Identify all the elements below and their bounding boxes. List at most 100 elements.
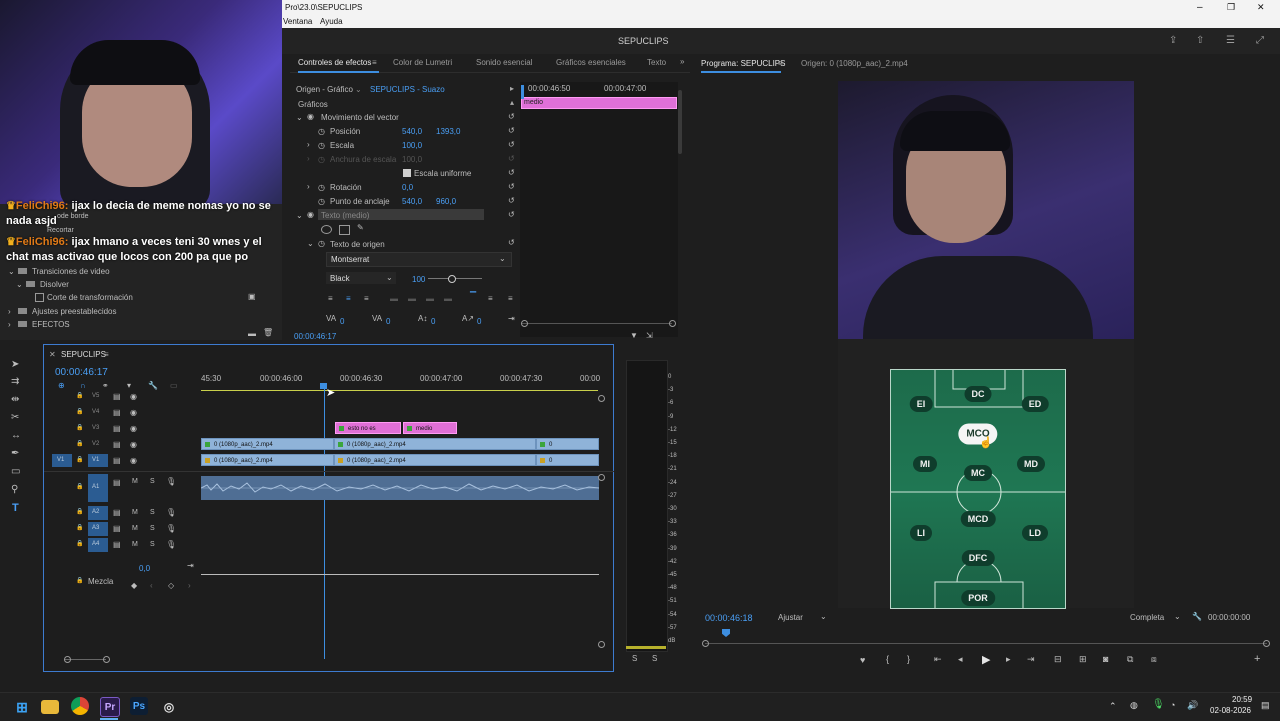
mute-button[interactable]: M [132, 478, 138, 485]
solo-left-button[interactable]: S [632, 654, 637, 663]
timeline-clip-video[interactable]: 0 (1080p_aac)_2.mp4 [536, 454, 599, 466]
align-left-icon[interactable]: ≡ [328, 294, 333, 303]
rectangle-mask-icon[interactable] [339, 225, 350, 235]
uniform-scale-checkbox[interactable] [403, 169, 411, 177]
sync-lock-icon[interactable]: ▤ [113, 508, 121, 517]
effect-item-recortar[interactable]: Recortar [47, 227, 74, 234]
solo-button[interactable]: S [150, 509, 155, 516]
wifi-icon[interactable]: ◔ [1170, 700, 1175, 710]
tab-lumetri[interactable]: Color de Lumetri [393, 58, 452, 67]
fullscreen-icon[interactable]: ⤢ [1256, 35, 1264, 46]
mini-scroll-handle[interactable] [521, 320, 528, 327]
windows-start-icon[interactable]: ⊞ [12, 697, 32, 717]
stopwatch-icon[interactable]: ◷ [318, 239, 325, 248]
maximize-button[interactable]: ❐ [1227, 2, 1235, 13]
baseline-value[interactable]: 0 [477, 317, 481, 326]
chevron-down-icon[interactable]: ⌄ [307, 239, 314, 248]
visibility-eye-icon[interactable]: ◉ [130, 392, 137, 401]
effect-item-ajustes[interactable]: Ajustes preestablecidos [32, 307, 117, 316]
timeline-clip-video[interactable]: 0 (1080p_aac)_2.mp4 [201, 438, 334, 450]
zoom-handle[interactable] [103, 656, 110, 663]
stopwatch-icon[interactable]: ◷ [318, 183, 325, 192]
reset-icon[interactable]: ↺ [508, 238, 515, 247]
mini-clip[interactable]: medio [521, 97, 677, 109]
tab-text[interactable]: Texto [647, 58, 666, 67]
file-explorer-icon[interactable] [41, 700, 59, 714]
source-patch-v1[interactable]: V1 [52, 454, 72, 467]
extract-icon[interactable]: ⊞ [1079, 654, 1087, 665]
font-size-value[interactable]: 100 [412, 275, 425, 284]
razor-tool-icon[interactable]: ✂ [11, 412, 19, 423]
microphone-icon[interactable]: 🎙 [166, 524, 176, 533]
lock-icon[interactable]: 🔒 [76, 408, 83, 415]
scale-value[interactable]: 100,0 [402, 141, 422, 150]
chevron-right-icon[interactable]: › [307, 182, 310, 191]
stopwatch-icon[interactable]: ◷ [318, 141, 325, 150]
program-playhead[interactable] [722, 629, 730, 637]
stopwatch-icon[interactable]: ◷ [318, 197, 325, 206]
filter-icon[interactable]: ▼ [630, 331, 638, 340]
sequence-clip-label[interactable]: SEPUCLIPS - Suazo [370, 85, 445, 94]
add-button-icon[interactable]: + [1254, 653, 1260, 665]
clock-time[interactable]: 20:59 [1232, 695, 1252, 704]
quick-export-icon[interactable]: ⇪ [1169, 35, 1177, 46]
lock-icon[interactable]: 🔒 [76, 577, 83, 584]
track-select-tool-icon[interactable]: ⇉ [11, 376, 19, 387]
chevron-right-icon[interactable]: › [307, 140, 310, 149]
add-keyframe-icon[interactable]: ◇ [168, 581, 174, 590]
mix-expand-icon[interactable]: ⇥ [187, 561, 194, 570]
lock-icon[interactable]: 🔒 [76, 483, 83, 490]
menu-ventana[interactable]: Ventana [283, 17, 312, 26]
font-dropdown[interactable]: Montserrat ⌄ [326, 252, 512, 267]
sequence-tab[interactable]: SEPUCLIPS [61, 350, 106, 359]
discord-icon[interactable]: ◍ [1130, 700, 1138, 711]
step-back-icon[interactable]: ◂ [958, 654, 963, 665]
sync-lock-icon[interactable]: ▤ [113, 440, 121, 449]
visibility-eye-icon[interactable]: ◉ [130, 408, 137, 417]
lock-icon[interactable]: 🔒 [76, 392, 83, 399]
visibility-eye-icon[interactable]: ◉ [307, 210, 314, 219]
mark-in-icon[interactable]: { [886, 654, 889, 664]
speaker-icon[interactable]: 🔊 [1187, 700, 1198, 711]
vertical-scrollbar[interactable] [678, 90, 682, 154]
zoom-handle[interactable] [64, 656, 71, 663]
step-forward-icon[interactable]: ▸ [1006, 654, 1011, 665]
timeline-clip-graphic[interactable]: esto no es [335, 422, 401, 434]
clock-date[interactable]: 02-08-2026 [1210, 706, 1251, 715]
microphone-icon[interactable]: 🎙 [166, 508, 176, 517]
reset-icon[interactable]: ↺ [508, 126, 515, 135]
position-y-value[interactable]: 1393,0 [436, 127, 460, 136]
effect-item-efectos[interactable]: EFECTOS [32, 320, 70, 329]
sync-lock-icon[interactable]: ▤ [113, 456, 121, 465]
effect-timecode[interactable]: 00:00:46:17 [294, 332, 336, 341]
reset-icon[interactable]: ↺ [508, 210, 515, 219]
tab-stops-icon[interactable]: ⇥ [508, 314, 515, 323]
slip-tool-icon[interactable]: ↔ [11, 430, 21, 441]
mini-scrollbar[interactable] [522, 323, 672, 324]
prev-keyframe-icon[interactable]: ‹ [150, 581, 153, 590]
lock-icon[interactable]: 🔒 [76, 440, 83, 447]
mini-playhead[interactable] [521, 85, 524, 99]
track-target-a1[interactable]: A1 [88, 474, 108, 502]
wrench-icon[interactable]: 🔧 [1192, 612, 1202, 621]
lock-icon[interactable]: 🔒 [76, 508, 83, 515]
v-scroll-handle[interactable] [598, 474, 605, 481]
reset-icon[interactable]: ↺ [508, 182, 515, 191]
pen-mask-icon[interactable]: ✎ [357, 223, 364, 232]
mute-button[interactable]: M [132, 509, 138, 516]
go-to-out-icon[interactable]: ⇥ [1027, 654, 1035, 665]
workspace-menu-icon[interactable]: ☰ [1226, 35, 1235, 46]
track-target-a4[interactable]: A4 [88, 538, 108, 552]
notification-icon[interactable]: ▤ [1261, 700, 1270, 711]
play-icon[interactable]: ▸ [510, 84, 514, 93]
reset-icon[interactable]: ↺ [508, 196, 515, 205]
timeline-clip-audio[interactable] [201, 476, 599, 500]
photoshop-icon[interactable]: Ps [130, 697, 148, 715]
chevron-right-icon[interactable]: › [8, 320, 11, 329]
track-target-v1[interactable]: V1 [88, 454, 108, 467]
anchor-y-value[interactable]: 960,0 [436, 197, 456, 206]
new-bin-icon[interactable]: ▬ [248, 329, 256, 338]
text-center-align-icon[interactable]: ≡ [488, 294, 493, 303]
kerning-value[interactable]: 0 [340, 317, 344, 326]
export-icon[interactable]: ⇲ [646, 331, 653, 340]
